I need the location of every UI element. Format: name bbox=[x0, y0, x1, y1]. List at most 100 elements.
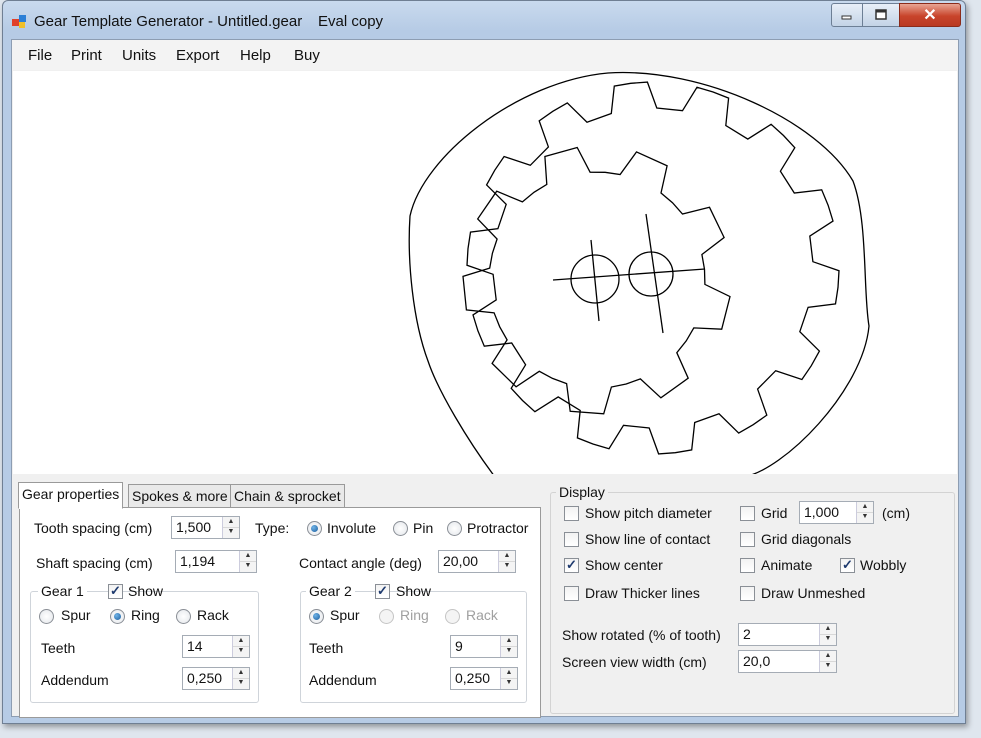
display-title: Display bbox=[556, 484, 608, 500]
client-area: File Print Units Export Help Buy Gear pr… bbox=[11, 39, 959, 718]
menu-file[interactable]: File bbox=[28, 47, 52, 64]
show-pitch-diameter-checkbox[interactable] bbox=[564, 506, 579, 521]
shaft-spacing-stepper[interactable]: 1,194 ▲ ▼ bbox=[175, 550, 257, 573]
animate-checkbox[interactable] bbox=[740, 558, 755, 573]
spin-down-icon[interactable]: ▼ bbox=[820, 634, 836, 644]
spin-down-icon[interactable]: ▼ bbox=[857, 512, 873, 522]
type-protractor-radio[interactable] bbox=[447, 521, 462, 536]
spin-down-icon[interactable]: ▼ bbox=[499, 561, 515, 571]
grid-unit-label: (cm) bbox=[882, 505, 910, 521]
screen-view-width-stepper[interactable]: 20,0 ▲ ▼ bbox=[738, 650, 837, 673]
gear1-teeth-value: 14 bbox=[187, 638, 203, 654]
gear2-spur-radio[interactable] bbox=[309, 609, 324, 624]
show-center-label[interactable]: Show center bbox=[585, 557, 663, 573]
show-line-of-contact-label[interactable]: Show line of contact bbox=[585, 531, 710, 547]
grid-size-value: 1,000 bbox=[804, 504, 840, 520]
app-window: Gear Template Generator - Untitled.gear … bbox=[2, 0, 966, 724]
gear2-teeth-stepper[interactable]: 9 ▲ ▼ bbox=[450, 635, 518, 658]
draw-thicker-lines-label[interactable]: Draw Thicker lines bbox=[585, 585, 700, 601]
show-rotated-stepper[interactable]: 2 ▲ ▼ bbox=[738, 623, 837, 646]
draw-thicker-lines-checkbox[interactable] bbox=[564, 586, 579, 601]
grid-size-stepper[interactable]: 1,000 ▲ ▼ bbox=[799, 501, 874, 524]
settings-area: Gear properties Spokes & more Chain & sp… bbox=[12, 474, 958, 718]
gear2-addendum-value: 0,250 bbox=[455, 670, 491, 686]
show-center-checkbox[interactable]: ✓ bbox=[564, 558, 579, 573]
gear1-title: Gear 1 bbox=[38, 583, 87, 599]
draw-unmeshed-checkbox[interactable] bbox=[740, 586, 755, 601]
spin-down-icon[interactable]: ▼ bbox=[501, 678, 517, 688]
tab-spokes-more[interactable]: Spokes & more bbox=[128, 484, 232, 508]
spin-down-icon[interactable]: ▼ bbox=[223, 527, 239, 537]
gear2-ring-label[interactable]: Ring bbox=[400, 607, 429, 623]
gear1-teeth-stepper[interactable]: 14 ▲ ▼ bbox=[182, 635, 250, 658]
gear1-show-label[interactable]: Show bbox=[128, 583, 163, 599]
menu-help[interactable]: Help bbox=[240, 47, 271, 64]
gear1-addendum-stepper[interactable]: 0,250 ▲ ▼ bbox=[182, 667, 250, 690]
close-icon: ✕ bbox=[923, 7, 937, 24]
type-pin-radio[interactable] bbox=[393, 521, 408, 536]
menu-print[interactable]: Print bbox=[71, 47, 102, 64]
type-pin-label[interactable]: Pin bbox=[413, 520, 433, 536]
gear2-addendum-stepper[interactable]: 0,250 ▲ ▼ bbox=[450, 667, 518, 690]
center-line-gear1 bbox=[590, 239, 600, 322]
tab-chain-sprocket[interactable]: Chain & sprocket bbox=[230, 484, 345, 508]
wobbly-checkbox[interactable]: ✓ bbox=[840, 558, 855, 573]
spin-down-icon[interactable]: ▼ bbox=[233, 678, 249, 688]
contact-angle-stepper[interactable]: 20,00 ▲ ▼ bbox=[438, 550, 516, 573]
type-protractor-label[interactable]: Protractor bbox=[467, 520, 528, 536]
close-button[interactable]: ✕ bbox=[899, 3, 961, 27]
window-title: Gear Template Generator - Untitled.gear bbox=[34, 13, 303, 30]
spin-down-icon[interactable]: ▼ bbox=[820, 661, 836, 671]
gear1-show-checkbox[interactable]: ✓ bbox=[108, 584, 123, 599]
gear2-show-label[interactable]: Show bbox=[396, 583, 431, 599]
gear2-rack-radio[interactable] bbox=[445, 609, 460, 624]
title-bar[interactable]: Gear Template Generator - Untitled.gear … bbox=[3, 1, 965, 39]
grid-diagonals-label[interactable]: Grid diagonals bbox=[761, 531, 851, 547]
show-line-of-contact-checkbox[interactable] bbox=[564, 532, 579, 547]
gear1-spur-radio[interactable] bbox=[39, 609, 54, 624]
wobbly-label[interactable]: Wobbly bbox=[860, 557, 906, 573]
tooth-spacing-value: 1,500 bbox=[176, 519, 212, 535]
type-label: Type: bbox=[255, 520, 290, 536]
grid-checkbox[interactable] bbox=[740, 506, 755, 521]
gear-properties-panel: Tooth spacing (cm) 1,500 ▲ ▼ Type: Involu… bbox=[19, 507, 541, 718]
draw-unmeshed-label[interactable]: Draw Unmeshed bbox=[761, 585, 865, 601]
gear2-teeth-value: 9 bbox=[455, 638, 463, 654]
menu-buy[interactable]: Buy bbox=[294, 47, 320, 64]
gear1-ring-label[interactable]: Ring bbox=[131, 607, 160, 623]
gear2-rack-label[interactable]: Rack bbox=[466, 607, 498, 623]
gear2-teeth-label: Teeth bbox=[309, 640, 344, 656]
gear1-rack-radio[interactable] bbox=[176, 609, 191, 624]
grid-diagonals-checkbox[interactable] bbox=[740, 532, 755, 547]
animate-label[interactable]: Animate bbox=[761, 557, 812, 573]
eval-copy-label: Eval copy bbox=[318, 13, 384, 30]
spin-down-icon[interactable]: ▼ bbox=[233, 646, 249, 656]
gear2-show-checkbox[interactable]: ✓ bbox=[375, 584, 390, 599]
gear2-ring-radio[interactable] bbox=[379, 609, 394, 624]
gear1-ring-radio[interactable] bbox=[110, 609, 125, 624]
gear1-rack-label[interactable]: Rack bbox=[197, 607, 229, 623]
gear2-addendum-label: Addendum bbox=[309, 672, 377, 688]
tab-gear-properties[interactable]: Gear properties bbox=[18, 482, 124, 509]
menu-export[interactable]: Export bbox=[176, 47, 219, 64]
shaft-spacing-label: Shaft spacing (cm) bbox=[36, 555, 153, 571]
maximize-button[interactable] bbox=[862, 3, 900, 27]
spin-down-icon[interactable]: ▼ bbox=[501, 646, 517, 656]
gear2-spur-label[interactable]: Spur bbox=[330, 607, 360, 623]
maximize-icon bbox=[875, 9, 887, 20]
show-rotated-label: Show rotated (% of tooth) bbox=[562, 627, 721, 643]
grid-label[interactable]: Grid bbox=[761, 505, 787, 521]
gear-canvas[interactable] bbox=[13, 71, 957, 474]
gear1-spur-label[interactable]: Spur bbox=[61, 607, 91, 623]
type-involute-radio[interactable] bbox=[307, 521, 322, 536]
tooth-spacing-stepper[interactable]: 1,500 ▲ ▼ bbox=[171, 516, 240, 539]
spin-down-icon[interactable]: ▼ bbox=[240, 561, 256, 571]
minimize-button[interactable] bbox=[831, 3, 863, 27]
menu-units[interactable]: Units bbox=[122, 47, 156, 64]
screen-view-width-label: Screen view width (cm) bbox=[562, 654, 707, 670]
show-pitch-diameter-label[interactable]: Show pitch diameter bbox=[585, 505, 712, 521]
screen-view-width-value: 20,0 bbox=[743, 653, 771, 669]
gear1-addendum-value: 0,250 bbox=[187, 670, 223, 686]
type-involute-label[interactable]: Involute bbox=[327, 520, 376, 536]
contact-angle-value: 20,00 bbox=[443, 553, 479, 569]
